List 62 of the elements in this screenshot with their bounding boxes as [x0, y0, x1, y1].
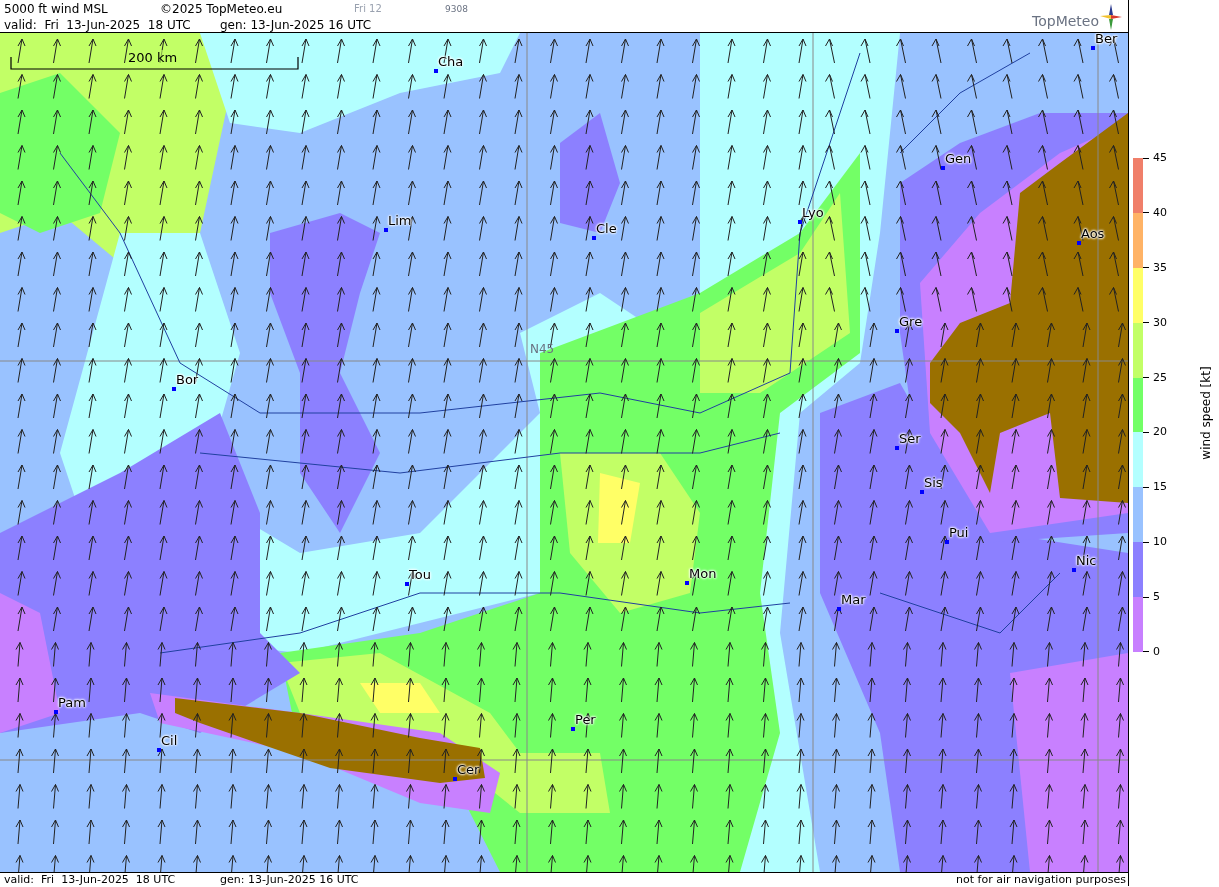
- city-label: Aos: [1081, 226, 1105, 242]
- city-label: Cha: [438, 54, 464, 70]
- city-marker: [895, 446, 899, 450]
- city-label: Pui: [949, 525, 969, 541]
- city-marker: [172, 387, 176, 391]
- city-marker: [592, 236, 596, 240]
- city-marker: [837, 607, 841, 611]
- legend-tick-label: 5: [1153, 589, 1160, 605]
- city-label: Gen: [945, 151, 972, 167]
- generated-time-text: gen: 13-Jun-2025 16 UTC: [220, 17, 372, 33]
- city-marker: [453, 777, 457, 781]
- map-title: 5000 ft wind MSL: [4, 1, 109, 17]
- city-label: Ber: [1095, 33, 1118, 47]
- compass-star-icon: [1100, 4, 1122, 30]
- city-marker: [941, 166, 945, 170]
- legend-tick-label: 45: [1153, 150, 1167, 166]
- city-marker: [384, 228, 388, 232]
- city-marker: [157, 748, 161, 752]
- city-marker: [434, 69, 438, 73]
- city-label: Sis: [924, 475, 943, 491]
- legend-title: wind speed [kt]: [1198, 366, 1214, 460]
- logo-text: TopMeteo: [1032, 12, 1099, 30]
- disclaimer-text: not for air navigation purposes: [956, 873, 1127, 886]
- legend-tick-label: 20: [1153, 424, 1167, 441]
- city-label: Mon: [689, 566, 717, 582]
- city-marker: [1072, 568, 1076, 572]
- legend-tick-label: 40: [1153, 204, 1167, 221]
- run-day-label: Fri 12: [354, 2, 383, 16]
- legend-tick-label: 10: [1153, 534, 1167, 551]
- legend-tick-label: 35: [1153, 259, 1167, 276]
- city-marker: [1091, 46, 1095, 50]
- city-marker: [405, 582, 409, 586]
- copyright-text: ©2025 TopMeteo.eu: [160, 1, 284, 17]
- legend-tick-label: 25: [1153, 369, 1167, 386]
- city-label: Mar: [841, 592, 866, 608]
- city-marker: [945, 540, 949, 544]
- legend-tick-label: 30: [1153, 314, 1167, 331]
- city-label: Cle: [596, 221, 617, 237]
- legend-tick-label: 15: [1153, 479, 1167, 496]
- city-label: Cil: [161, 733, 178, 749]
- city-label: Lyo: [802, 205, 824, 221]
- valid-time-text: valid: Fri 13-Jun-2025 18 UTC: [4, 873, 177, 886]
- city-label: Lim: [388, 213, 412, 229]
- city-marker: [54, 710, 58, 714]
- city-label: Bor: [176, 372, 199, 388]
- run-code-label: 9308: [445, 3, 468, 16]
- city-label: Nic: [1076, 553, 1097, 569]
- city-marker: [571, 727, 575, 731]
- city-marker: [685, 581, 689, 585]
- city-marker: [895, 329, 899, 333]
- city-label: Gre: [899, 314, 923, 330]
- generated-time-text: gen: 13-Jun-2025 16 UTC: [220, 873, 359, 886]
- city-marker: [798, 220, 802, 224]
- valid-time-text: valid: Fri 13-Jun-2025 18 UTC: [4, 17, 192, 33]
- city-marker: [920, 490, 924, 494]
- scale-label: 200 km: [128, 50, 178, 66]
- city-label: Ser: [899, 431, 921, 447]
- city-marker: [1077, 241, 1081, 245]
- latitude-label: N45: [530, 342, 555, 356]
- legend-tick-label: 0: [1153, 643, 1160, 660]
- city-label: Cer: [457, 762, 480, 778]
- city-label: Pam: [58, 695, 86, 711]
